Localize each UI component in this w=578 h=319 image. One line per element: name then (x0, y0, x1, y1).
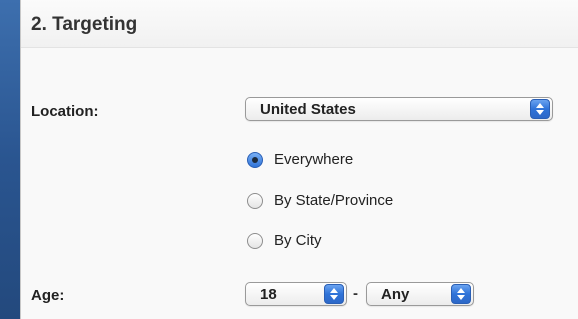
up-down-stepper-icon (324, 284, 344, 304)
radio-button-icon (247, 232, 263, 249)
radio-by-city[interactable]: By City (247, 232, 322, 249)
radio-by-state-province[interactable]: By State/Province (247, 192, 393, 209)
age-label: Age: (31, 287, 65, 304)
radio-button-icon (247, 151, 263, 168)
up-down-stepper-icon (451, 284, 471, 304)
location-select-value: United States (260, 100, 356, 118)
location-label: Location: (31, 103, 99, 120)
age-max-select[interactable]: Any (366, 282, 474, 306)
section-title: 2. Targeting (31, 14, 138, 35)
radio-button-icon (247, 192, 263, 209)
background (0, 0, 20, 319)
panel-header: 2. Targeting (21, 0, 578, 48)
radio-label-by-state-province: By State/Province (274, 192, 394, 209)
targeting-panel: 2. Targeting Location: United States Eve… (20, 0, 578, 319)
age-max-value: Any (381, 285, 410, 303)
age-range-separator: - (353, 285, 358, 302)
up-down-stepper-icon (530, 99, 550, 119)
age-min-value: 18 (260, 285, 277, 303)
location-select[interactable]: United States (245, 97, 553, 121)
age-min-select[interactable]: 18 (245, 282, 347, 306)
radio-label-by-city: By City (274, 232, 322, 249)
radio-everywhere[interactable]: Everywhere (247, 151, 353, 168)
radio-label-everywhere: Everywhere (274, 151, 354, 168)
